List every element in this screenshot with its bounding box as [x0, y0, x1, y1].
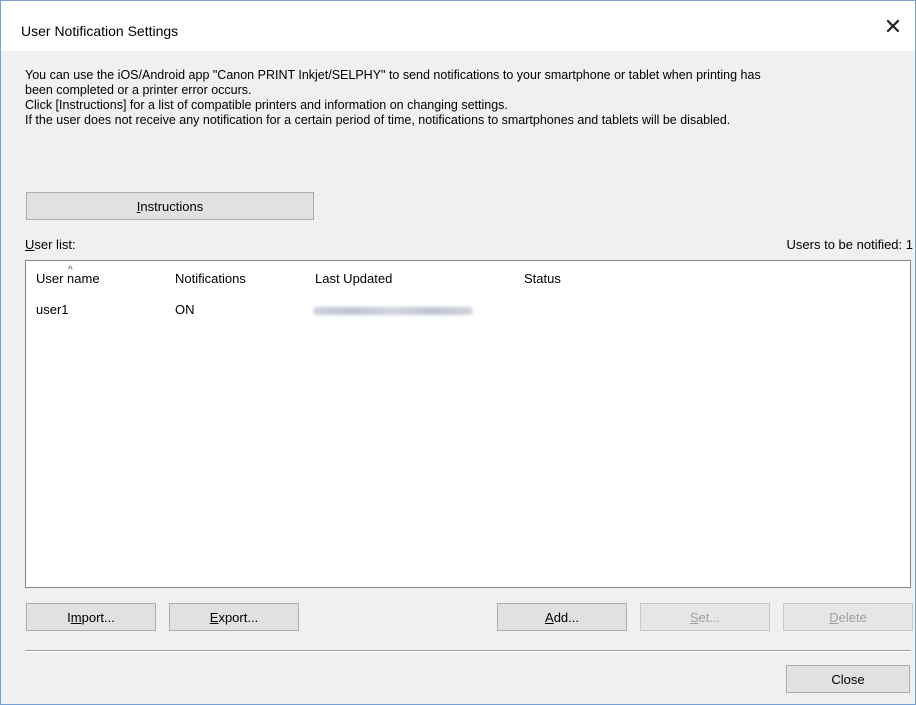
description-line: been completed or a printer error occurs…: [25, 83, 252, 97]
add-button-post: dd...: [553, 610, 579, 625]
separator-line: [25, 650, 911, 652]
export-button[interactable]: Export...: [169, 603, 299, 631]
add-button-accel: A: [545, 610, 554, 625]
row-user-name[interactable]: user1: [36, 302, 69, 317]
instructions-button-label: nstructions: [140, 199, 204, 214]
sort-ascending-icon: ^: [68, 265, 73, 276]
row-notifications[interactable]: ON: [175, 302, 195, 317]
delete-button-accel: D: [829, 610, 839, 625]
import-button[interactable]: Import...: [26, 603, 156, 631]
description-text: You can use the iOS/Android app "Canon P…: [25, 68, 905, 128]
column-header-notifications[interactable]: Notifications: [175, 271, 246, 286]
user-list-label-accel: U: [25, 237, 35, 252]
import-button-post: port...: [81, 610, 115, 625]
add-button[interactable]: Add...: [497, 603, 627, 631]
set-button[interactable]: Set...: [640, 603, 770, 631]
import-button-accel: m: [70, 610, 82, 625]
description-line: You can use the iOS/Android app "Canon P…: [25, 68, 761, 82]
export-button-post: xport...: [218, 610, 259, 625]
user-list-view[interactable]: ^ User name Notifications Last Updated S…: [25, 260, 911, 588]
user-list-label-text: ser list:: [34, 237, 76, 252]
description-line: If the user does not receive any notific…: [25, 113, 731, 127]
column-header-status[interactable]: Status: [524, 271, 561, 286]
close-button[interactable]: Close: [786, 665, 910, 693]
set-button-post: et...: [698, 610, 721, 625]
column-header-user-name[interactable]: ^ User name: [36, 266, 100, 287]
close-icon[interactable]: ✕: [879, 13, 907, 41]
user-notification-settings-dialog: User Notification Settings ✕ You can use…: [0, 0, 916, 705]
delete-button-post: elete: [838, 610, 867, 625]
column-header-last-updated[interactable]: Last Updated: [315, 271, 392, 286]
row-last-updated-redacted: [313, 307, 473, 315]
title-bar: User Notification Settings ✕: [1, 1, 915, 51]
users-to-be-notified-count: Users to be notified: 1: [786, 237, 913, 252]
dialog-title: User Notification Settings: [21, 23, 179, 39]
instructions-button[interactable]: Instructions: [26, 192, 314, 220]
delete-button[interactable]: Delete: [783, 603, 913, 631]
description-line: Click [Instructions] for a list of compa…: [25, 98, 508, 112]
user-list-label: User list:: [25, 237, 76, 252]
